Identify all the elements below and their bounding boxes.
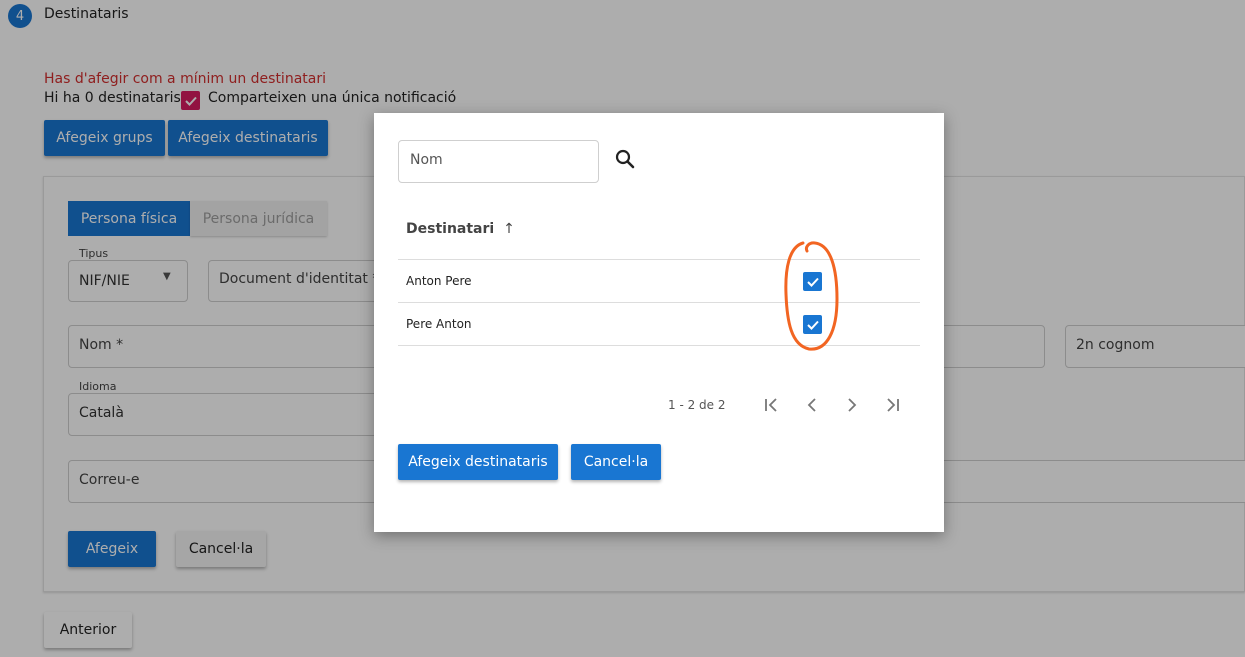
- search-icon[interactable]: [614, 148, 636, 170]
- table-row-name: Anton Pere: [406, 274, 472, 288]
- row-divider: [398, 259, 920, 260]
- search-input[interactable]: Nom: [398, 140, 599, 183]
- column-header-label: Destinatari: [406, 221, 495, 237]
- cancel-dialog-button[interactable]: Cancel·la: [571, 444, 661, 480]
- last-page-icon[interactable]: [880, 393, 904, 417]
- row-divider: [398, 345, 920, 346]
- confirm-add-recipients-button[interactable]: Afegeix destinataris: [398, 444, 558, 480]
- column-header-destinatari[interactable]: Destinatari ↑: [406, 221, 515, 237]
- arrow-up-icon: ↑: [503, 221, 515, 237]
- highlight-annotation: [784, 241, 839, 351]
- pagination-range: 1 - 2 de 2: [668, 398, 726, 412]
- previous-page-icon[interactable]: [800, 393, 824, 417]
- table-row-name: Pere Anton: [406, 317, 472, 331]
- next-page-icon[interactable]: [840, 393, 864, 417]
- search-placeholder: Nom: [410, 152, 443, 168]
- first-page-icon[interactable]: [760, 393, 784, 417]
- select-recipients-dialog: Nom Destinatari ↑ Anton Pere Pere Anton …: [374, 113, 944, 532]
- row-divider: [398, 302, 920, 303]
